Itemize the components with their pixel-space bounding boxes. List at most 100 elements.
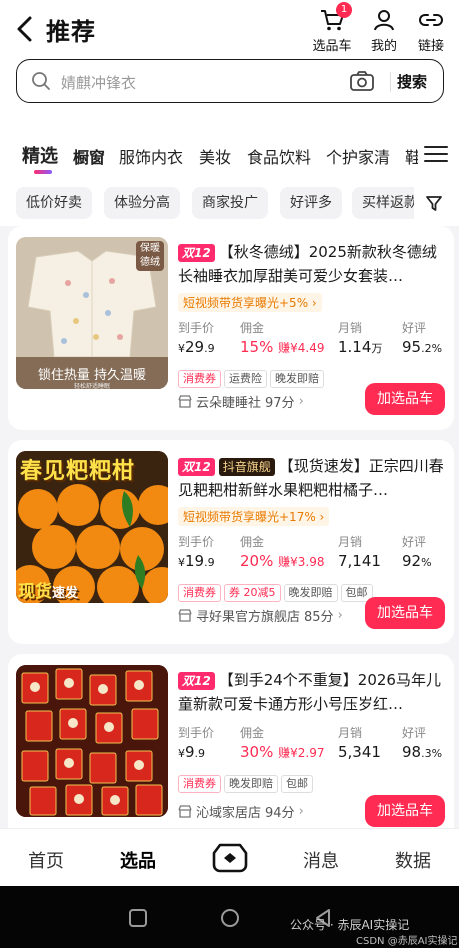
my-button[interactable]: 我的	[360, 6, 408, 54]
sales-label: 月销	[338, 726, 363, 740]
shop-score: 85分	[304, 610, 334, 625]
my-label: 我的	[370, 39, 397, 54]
rating-stat: 好评 98.3%	[402, 724, 442, 761]
product-card[interactable]: 春见粑粑柑 现货速发 双12 抖音旗舰 【现货速发】正宗四川春见耙耙柑新鲜水果粑粑柑…	[8, 440, 454, 644]
tab-food[interactable]: 食品饮料	[247, 144, 311, 168]
rating-integer: 98	[402, 743, 422, 761]
nav-data[interactable]: 数据	[395, 847, 431, 873]
double12-tag: 双12	[178, 244, 215, 262]
filter-chip[interactable]: 低价好卖	[16, 187, 92, 219]
shop-link[interactable]: 云朵睫睡社 97分 ›	[178, 392, 304, 411]
tab-personal-care[interactable]: 个护家清	[326, 144, 390, 168]
add-to-cart-button[interactable]: 加选品车	[365, 383, 445, 415]
bottom-navigation: 首页 选品 消息 数据	[0, 828, 459, 886]
add-to-cart-button[interactable]: 加选品车	[365, 597, 445, 629]
camera-icon[interactable]	[349, 70, 375, 92]
price-decimal: .9	[204, 556, 215, 569]
sales-label: 月销	[338, 321, 363, 335]
promo-banner[interactable]: 短视频带货享曝光+17% ›	[178, 507, 330, 526]
product-info: 双12 【秋冬德绒】2025新款秋冬德绒长袖睡衣加厚甜美可爱少女套装… 短视频带货…	[178, 240, 444, 388]
promo-text: 短视频带货享曝光+17%	[183, 510, 316, 524]
add-to-cart-button[interactable]: 加选品车	[365, 795, 445, 827]
filter-funnel-icon	[426, 196, 442, 211]
search-area: 婧麒冲锋衣 搜索	[0, 56, 459, 172]
shop-icon	[178, 609, 192, 622]
rating-label: 好评	[402, 321, 427, 335]
filter-chip[interactable]: 好评多	[280, 187, 342, 219]
price-symbol: ¥	[178, 747, 185, 760]
commission-stat: 佣金 20% 赚¥3.98	[240, 533, 324, 570]
cart-button[interactable]: 1 选品车	[308, 2, 356, 54]
nav-selection[interactable]: 选品	[120, 847, 156, 873]
benefit-chips: 消费券 晚发即赔 包邮	[178, 772, 444, 793]
camera-plus-icon	[212, 843, 248, 873]
filter-button[interactable]	[414, 176, 459, 226]
filter-chips: 低价好卖 体验分高 商家投广 好评多 买样返款	[0, 176, 459, 226]
benefit-chip: 晚发即赔	[224, 775, 278, 793]
product-title[interactable]: 双12 【到手24个不重复】2026马年儿童新款可爱卡通方形小号压岁红…	[178, 668, 444, 716]
commission-stat: 佣金 30% 赚¥2.97	[240, 724, 324, 761]
product-title[interactable]: 双12 【秋冬德绒】2025新款秋冬德绒长袖睡衣加厚甜美可爱少女套装…	[178, 240, 444, 288]
cart-count-badge: 1	[336, 2, 352, 18]
search-input[interactable]: 婧麒冲锋衣 搜索	[16, 59, 444, 103]
product-card[interactable]: 保暖德绒 锁住热量 持久温暖 轻松舒适睡眠 双12 【秋冬德绒】2025新款秋冬德…	[8, 226, 454, 430]
sales-stat: 月销 1.14万	[338, 319, 382, 356]
product-image[interactable]	[16, 665, 168, 817]
chevron-right-icon: ›	[337, 608, 343, 623]
tab-featured[interactable]: 精选	[22, 142, 58, 168]
price-stat: 到手价 ¥29.9	[178, 319, 215, 356]
shop-link[interactable]: 寻好果官方旗舰店 85分 ›	[178, 606, 343, 625]
product-image[interactable]: 保暖德绒 锁住热量 持久温暖 轻松舒适睡眠	[16, 237, 168, 389]
rating-decimal: .3%	[421, 747, 443, 760]
commission-rate: 30%	[240, 743, 274, 761]
commission-label: 佣金	[240, 535, 265, 549]
nav-home[interactable]: 首页	[28, 847, 64, 873]
search-button[interactable]: 搜索	[397, 71, 427, 92]
link-label: 链接	[417, 39, 444, 54]
sales-stat: 月销 7,141	[338, 533, 381, 570]
back-arrow-icon[interactable]	[14, 14, 38, 44]
product-title[interactable]: 双12 抖音旗舰 【现货速发】正宗四川春见耙耙柑新鲜水果粑粑柑橘子…	[178, 454, 444, 502]
filter-chip[interactable]: 体验分高	[104, 187, 180, 219]
benefit-chip: 晚发即赔	[283, 584, 338, 602]
link-button[interactable]: 链接	[407, 6, 455, 54]
product-stats: 到手价 ¥29.9 佣金 15% 赚¥4.49 月销 1.14万 好评 95.2%	[178, 319, 444, 363]
coupon-chip: 消费券	[178, 370, 221, 388]
price-integer: 19	[185, 552, 205, 570]
search-placeholder: 婧麒冲锋衣	[61, 74, 137, 92]
price-symbol: ¥	[178, 342, 185, 355]
commission-label: 佣金	[240, 321, 265, 335]
tab-beauty[interactable]: 美妆	[199, 144, 231, 168]
red-envelopes-illustration	[16, 665, 168, 817]
recent-apps-icon[interactable]	[128, 908, 148, 928]
product-info: 双12 【到手24个不重复】2026马年儿童新款可爱卡通方形小号压岁红… 到手价 ¥…	[178, 668, 444, 793]
nav-messages[interactable]: 消息	[303, 847, 339, 873]
top-header: 推荐 1 选品车 我的 链接	[0, 0, 459, 56]
rating-stat: 好评 95.2%	[402, 319, 442, 356]
shop-link[interactable]: 沁域家居店 94分 ›	[178, 802, 304, 821]
search-icon	[32, 72, 50, 90]
image-subcaption: 轻松舒适睡眠	[73, 383, 110, 389]
shop-name: 沁域家居店	[196, 806, 262, 821]
home-circle-icon[interactable]	[220, 908, 240, 928]
coupon-chip: 消费券	[178, 775, 221, 793]
sales-label: 月销	[338, 535, 363, 549]
rating-integer: 95	[402, 338, 422, 356]
price-label: 到手价	[178, 535, 215, 549]
coupon-chip: 消费券	[178, 584, 221, 602]
tab-showcase[interactable]: 橱窗	[73, 144, 105, 168]
rating-integer: 92	[402, 552, 422, 570]
product-stats: 到手价 ¥19.9 佣金 20% 赚¥3.98 月销 7,141 好评 92%	[178, 533, 444, 577]
menu-icon[interactable]	[418, 146, 448, 166]
benefit-chip: 包邮	[281, 775, 313, 793]
category-tabs: 精选 橱窗 服饰内衣 美妆 食品饮料 个护家清 鞋	[0, 114, 459, 176]
price-stat: 到手价 ¥9.9	[178, 724, 214, 761]
tab-apparel[interactable]: 服饰内衣	[119, 144, 183, 168]
product-image[interactable]: 春见粑粑柑 现货速发	[16, 451, 168, 603]
filter-chip[interactable]: 商家投广	[192, 187, 268, 219]
product-title-text: 【到手24个不重复】2026马年儿童新款可爱卡通方形小号压岁红…	[178, 671, 441, 713]
promo-banner[interactable]: 短视频带货享曝光+5% ›	[178, 293, 322, 312]
create-video-button[interactable]	[212, 841, 248, 873]
price-integer: 29	[185, 338, 205, 356]
link-icon	[419, 14, 443, 26]
